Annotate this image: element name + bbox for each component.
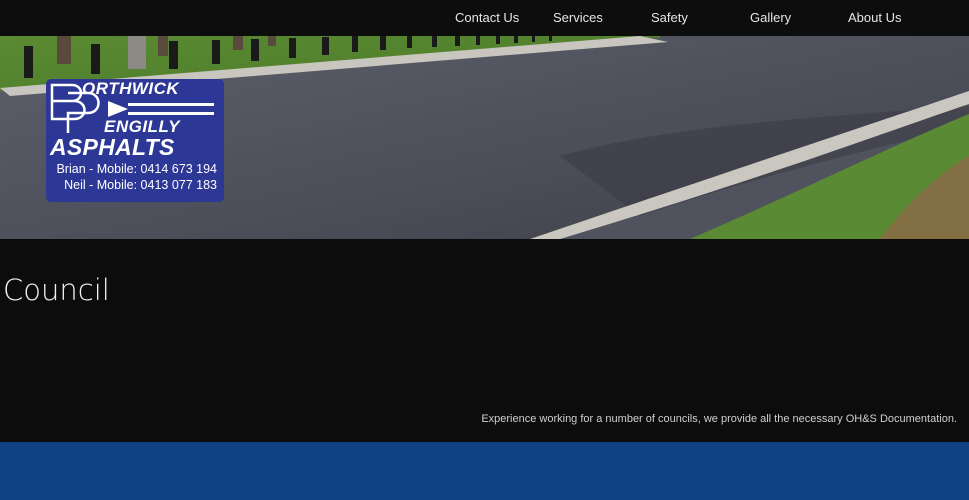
- company-logo: ORTHWICK ENGILLY ASPHALTS Brian - Mobile…: [46, 79, 224, 202]
- footer-band: [0, 442, 969, 500]
- top-navigation: Contact Us Services Safety Gallery About…: [0, 0, 969, 36]
- page-title: Council: [3, 273, 110, 307]
- logo-text-line1: ORTHWICK: [82, 79, 180, 98]
- contact-brian: Brian - Mobile: 0414 673 194: [56, 162, 217, 176]
- nav-safety[interactable]: Safety: [651, 0, 688, 36]
- page-description: Experience working for a number of counc…: [481, 413, 957, 425]
- contact-neil: Neil - Mobile: 0413 077 183: [64, 178, 217, 192]
- hero-banner-image: ORTHWICK ENGILLY ASPHALTS Brian - Mobile…: [0, 36, 969, 239]
- nav-services[interactable]: Services: [553, 0, 603, 36]
- logo-text-line3: ASPHALTS: [50, 134, 175, 160]
- nav-gallery[interactable]: Gallery: [750, 0, 791, 36]
- nav-contact-us[interactable]: Contact Us: [455, 0, 519, 36]
- nav-about-us[interactable]: About Us: [848, 0, 901, 36]
